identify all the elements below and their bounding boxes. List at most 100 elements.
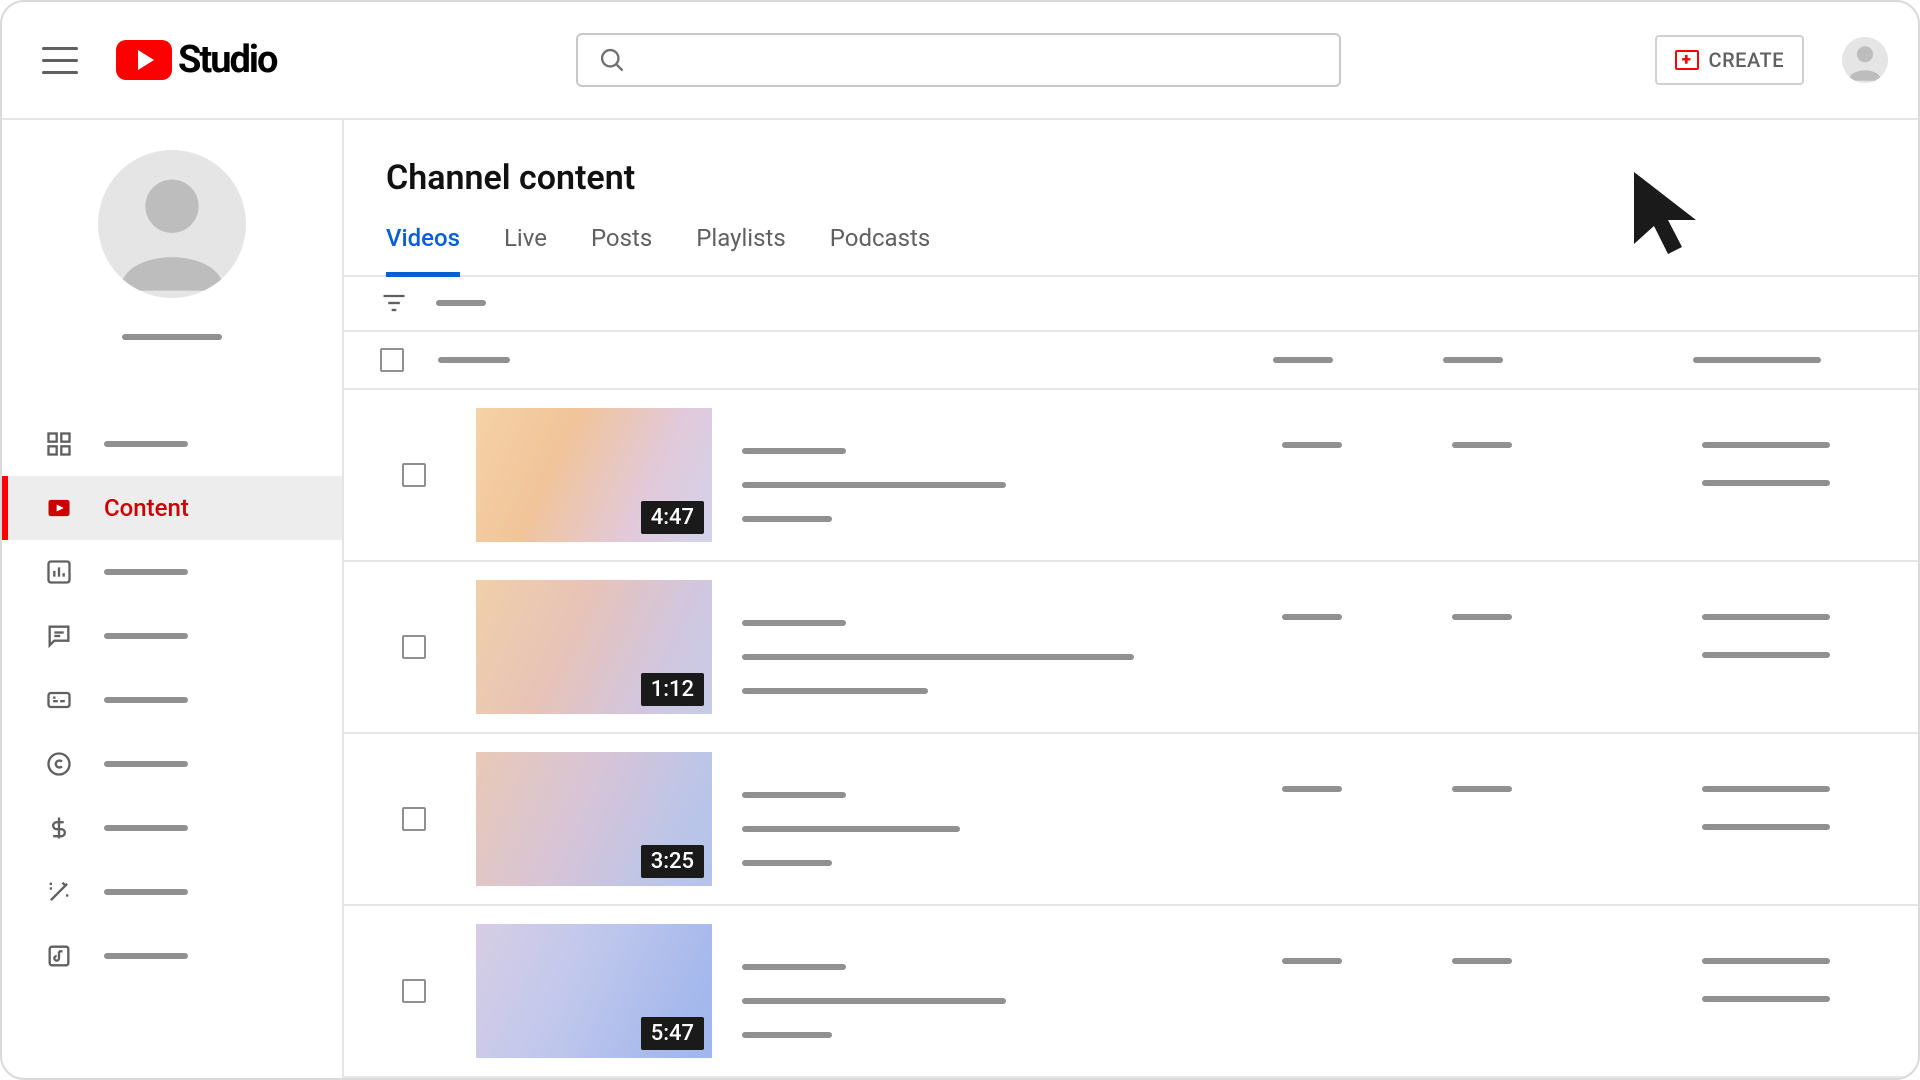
row-checkbox[interactable]	[402, 463, 426, 487]
cell-placeholder	[1702, 614, 1830, 620]
tab-playlists[interactable]: Playlists	[696, 224, 786, 277]
video-desc-placeholder	[742, 516, 832, 522]
video-row[interactable]: 1:12	[344, 562, 1918, 734]
video-row[interactable]: 3:25	[344, 734, 1918, 906]
account-avatar[interactable]	[1842, 37, 1888, 83]
nav-label-placeholder	[104, 569, 188, 575]
filter-icon[interactable]	[380, 289, 408, 317]
nav-analytics[interactable]	[2, 540, 342, 604]
video-thumbnail[interactable]: 4:47	[476, 408, 712, 542]
duration-badge: 3:25	[641, 845, 704, 878]
nav: Content	[2, 412, 342, 988]
analytics-icon	[44, 557, 74, 587]
nav-content-label: Content	[104, 494, 189, 522]
col-header-placeholder	[438, 357, 510, 363]
nav-copyright[interactable]	[2, 732, 342, 796]
duration-badge: 1:12	[641, 673, 704, 706]
video-title-placeholder	[742, 792, 846, 798]
col-header-placeholder	[1443, 357, 1503, 363]
nav-audio[interactable]	[2, 924, 342, 988]
channel-name-placeholder	[122, 334, 222, 340]
video-title-placeholder	[742, 620, 846, 626]
cell-placeholder	[1452, 958, 1512, 964]
video-thumbnail[interactable]: 3:25	[476, 752, 712, 886]
logo[interactable]: Studio	[116, 38, 276, 82]
row-checkbox[interactable]	[402, 807, 426, 831]
cell-placeholder	[1702, 786, 1830, 792]
app-window: Studio + CREATE	[0, 0, 1920, 1080]
play-icon	[116, 40, 172, 80]
select-all-checkbox[interactable]	[380, 348, 404, 372]
tab-podcasts[interactable]: Podcasts	[830, 224, 930, 277]
nav-label-placeholder	[104, 441, 188, 447]
sidebar: Content	[2, 120, 344, 1078]
content-icon	[44, 493, 74, 523]
cursor-icon	[1622, 164, 1722, 264]
cell-placeholder	[1702, 652, 1830, 658]
cell-placeholder	[1282, 786, 1342, 792]
subtitles-icon	[44, 685, 74, 715]
video-title-placeholder	[742, 964, 846, 970]
video-list: 4:47 1:12	[344, 390, 1918, 1078]
video-desc-placeholder	[742, 826, 960, 832]
channel-avatar[interactable]	[98, 150, 246, 298]
table-header	[344, 332, 1918, 390]
cell-placeholder	[1282, 442, 1342, 448]
nav-earn[interactable]	[2, 796, 342, 860]
audio-icon	[44, 941, 74, 971]
nav-label-placeholder	[104, 953, 188, 959]
logo-text: Studio	[178, 38, 276, 82]
tab-posts[interactable]: Posts	[591, 224, 652, 277]
cell-placeholder	[1702, 824, 1830, 830]
video-desc-placeholder	[742, 482, 1006, 488]
dollar-icon	[44, 813, 74, 843]
col-header-placeholder	[1693, 357, 1821, 363]
nav-label-placeholder	[104, 761, 188, 767]
nav-customization[interactable]	[2, 860, 342, 924]
person-icon	[98, 150, 246, 298]
cell-placeholder	[1452, 614, 1512, 620]
video-thumbnail[interactable]: 5:47	[476, 924, 712, 1058]
video-title-placeholder	[742, 448, 846, 454]
header: Studio + CREATE	[2, 2, 1918, 120]
search-icon	[598, 46, 626, 74]
nav-content[interactable]: Content	[2, 476, 342, 540]
nav-label-placeholder	[104, 825, 188, 831]
tab-videos[interactable]: Videos	[386, 224, 460, 277]
row-checkbox[interactable]	[402, 635, 426, 659]
video-desc-placeholder	[742, 654, 1134, 660]
video-row[interactable]: 4:47	[344, 390, 1918, 562]
video-desc-placeholder	[742, 688, 928, 694]
filter-bar	[344, 277, 1918, 332]
filter-placeholder	[436, 300, 486, 306]
menu-button[interactable]	[42, 47, 78, 74]
nav-label-placeholder	[104, 697, 188, 703]
video-desc-placeholder	[742, 998, 1006, 1004]
video-row[interactable]: 5:47	[344, 906, 1918, 1078]
nav-subtitles[interactable]	[2, 668, 342, 732]
cell-placeholder	[1702, 442, 1830, 448]
create-plus-icon: +	[1675, 50, 1699, 70]
col-header-placeholder	[1273, 357, 1333, 363]
dashboard-icon	[44, 429, 74, 459]
search-input[interactable]	[576, 33, 1341, 87]
cell-placeholder	[1282, 958, 1342, 964]
person-icon	[1842, 37, 1888, 83]
cell-placeholder	[1702, 996, 1830, 1002]
copyright-icon	[44, 749, 74, 779]
cell-placeholder	[1702, 958, 1830, 964]
video-thumbnail[interactable]: 1:12	[476, 580, 712, 714]
row-checkbox[interactable]	[402, 979, 426, 1003]
wand-icon	[44, 877, 74, 907]
nav-label-placeholder	[104, 633, 188, 639]
comments-icon	[44, 621, 74, 651]
nav-label-placeholder	[104, 889, 188, 895]
create-button[interactable]: + CREATE	[1655, 35, 1804, 85]
nav-comments[interactable]	[2, 604, 342, 668]
video-desc-placeholder	[742, 860, 832, 866]
cell-placeholder	[1452, 442, 1512, 448]
tab-live[interactable]: Live	[504, 224, 547, 277]
cell-placeholder	[1282, 614, 1342, 620]
nav-dashboard[interactable]	[2, 412, 342, 476]
cell-placeholder	[1702, 480, 1830, 486]
